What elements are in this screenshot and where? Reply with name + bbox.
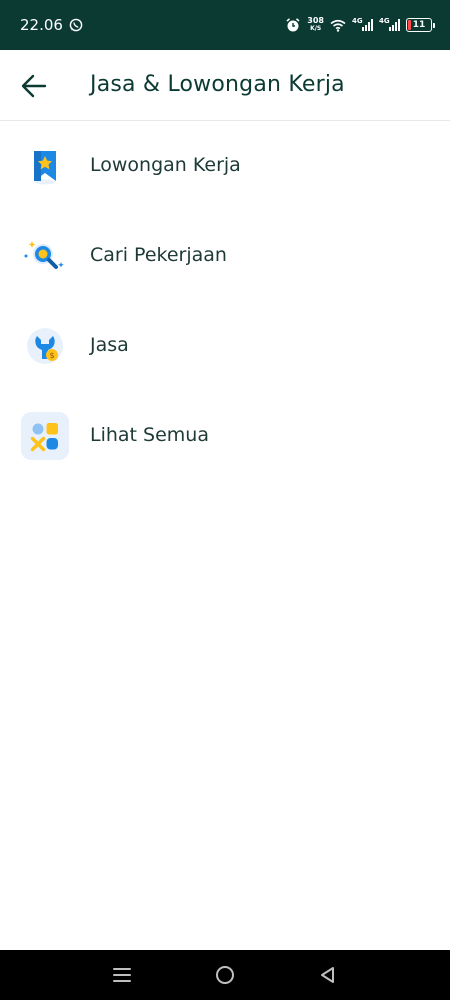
net-speed: 308 K/S [307, 17, 324, 33]
menu-item-label: Cari Pekerjaan [90, 244, 227, 266]
home-button[interactable] [205, 955, 245, 995]
signal-icon-2: 4G [379, 17, 400, 31]
whatsapp-icon [69, 18, 83, 32]
status-time: 22.06 [20, 16, 63, 34]
home-circle-icon [215, 966, 234, 984]
arrow-left-icon [21, 74, 47, 98]
menu-item-jasa[interactable]: $ Jasa [0, 301, 450, 391]
battery-level: 11 [412, 20, 426, 30]
menu-item-label: Lowongan Kerja [90, 154, 241, 176]
menu-item-label: Jasa [90, 334, 129, 356]
menu-item-lihat-semua[interactable]: Lihat Semua [0, 391, 450, 481]
menu-item-cari-pekerjaan[interactable]: Cari Pekerjaan [0, 211, 450, 301]
battery-icon: 11 [406, 18, 435, 32]
alarm-icon [285, 17, 301, 33]
wrench-coin-icon: $ [21, 322, 69, 370]
signal-2-label: 4G [379, 17, 390, 25]
wifi-icon [330, 19, 346, 32]
net-speed-value: 308 [307, 16, 324, 25]
back-button[interactable] [20, 72, 48, 100]
signal-1-label: 4G [352, 17, 363, 25]
menu-icon [112, 968, 131, 982]
system-nav-bar [0, 950, 450, 1000]
status-right: 308 K/S 4G 4G 11 [285, 17, 435, 33]
all-categories-icon [21, 412, 69, 460]
menu-list: Lowongan Kerja Cari Pekerjaan $ Jasa Lih… [0, 121, 450, 481]
status-left: 22.06 [20, 16, 83, 34]
signal-icon: 4G [352, 17, 373, 31]
system-back-button[interactable] [308, 955, 348, 995]
status-bar: 22.06 308 K/S 4G 4G 11 [0, 0, 450, 50]
net-speed-unit: K/S [310, 25, 322, 32]
back-triangle-icon [321, 967, 335, 983]
recent-apps-button[interactable] [102, 955, 142, 995]
app-bar: Jasa & Lowongan Kerja [0, 50, 450, 121]
search-sparkle-icon [21, 232, 69, 280]
menu-item-label: Lihat Semua [90, 424, 209, 446]
page-title: Jasa & Lowongan Kerja [90, 72, 345, 97]
bookmark-star-icon [21, 142, 69, 190]
svg-text:$: $ [49, 351, 54, 360]
menu-item-lowongan-kerja[interactable]: Lowongan Kerja [0, 121, 450, 211]
